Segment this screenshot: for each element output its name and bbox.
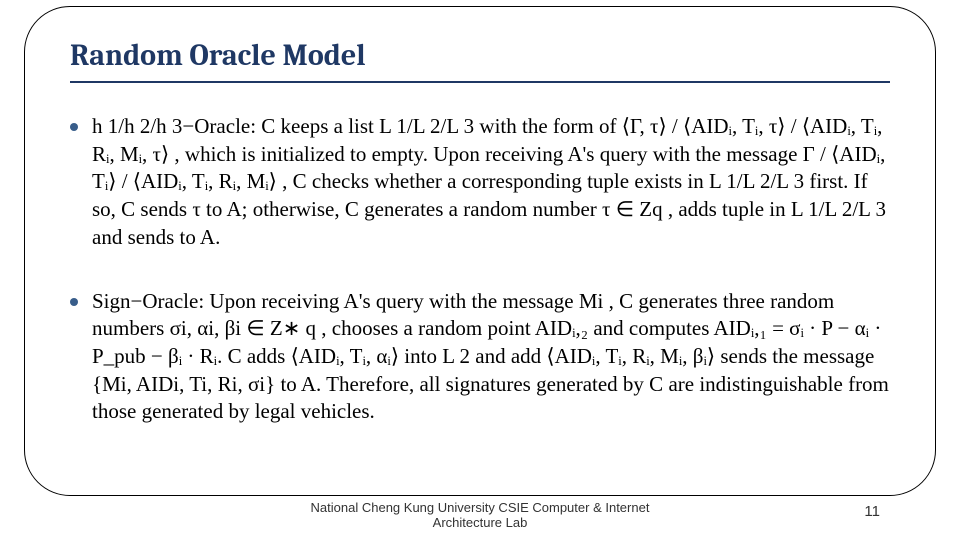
- bullet-list: h 1/h 2/h 3−Oracle: C keeps a list L 1/L…: [70, 113, 890, 426]
- bullet-dot-icon: [70, 298, 78, 306]
- footer-line1: National Cheng Kung University CSIE Comp…: [311, 500, 650, 515]
- bullet-item: h 1/h 2/h 3−Oracle: C keeps a list L 1/L…: [70, 113, 890, 252]
- footer-line2: Architecture Lab: [433, 515, 528, 530]
- page-number: 11: [864, 503, 880, 520]
- slide: Random Oracle Model h 1/h 2/h 3−Oracle: …: [0, 0, 960, 540]
- slide-title: Random Oracle Model: [70, 38, 900, 79]
- bullet-text: h 1/h 2/h 3−Oracle: C keeps a list L 1/L…: [92, 113, 890, 252]
- bullet-dot-icon: [70, 123, 78, 131]
- bullet-item: Sign−Oracle: Upon receiving A's query wi…: [70, 288, 890, 427]
- title-underline: [70, 81, 890, 83]
- footer: National Cheng Kung University CSIE Comp…: [0, 500, 960, 530]
- bullet-text: Sign−Oracle: Upon receiving A's query wi…: [92, 288, 890, 427]
- content-area: Random Oracle Model h 1/h 2/h 3−Oracle: …: [70, 38, 900, 462]
